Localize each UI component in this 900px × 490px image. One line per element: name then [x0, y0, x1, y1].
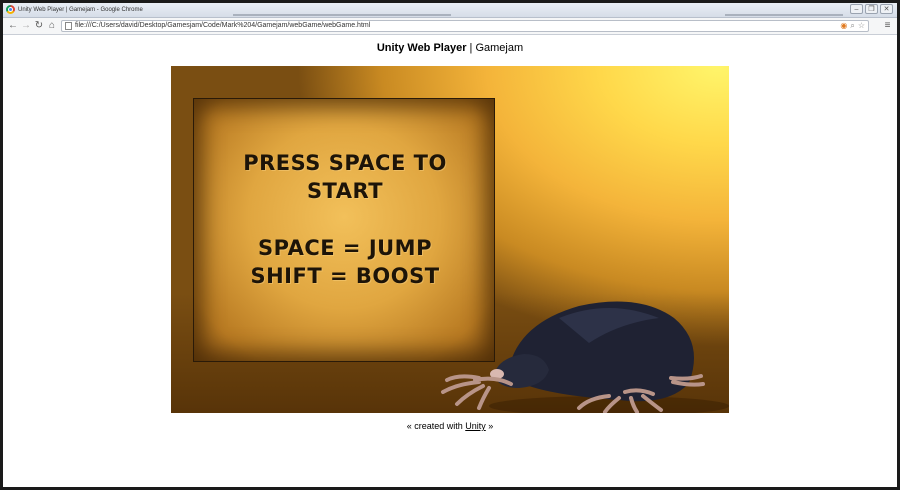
sign-line: SHIFT = BOOST: [250, 264, 440, 288]
footer-suffix: »: [485, 421, 494, 431]
page-footer: « created with Unity »: [3, 421, 897, 431]
address-url[interactable]: file:///C:/Users/david/Desktop/Gamesjam/…: [75, 21, 370, 31]
unity-link[interactable]: Unity: [465, 421, 486, 431]
unity-game-canvas[interactable]: PRESS SPACE TO START SPACE = JUMP SHIFT …: [171, 66, 729, 413]
sign-line: START: [306, 179, 384, 203]
omnibox-actions: ◉ ⌕ ☆: [840, 21, 865, 31]
menu-icon[interactable]: ≡: [882, 20, 893, 32]
page-icon: [65, 22, 72, 30]
back-arrow-icon[interactable]: ←: [7, 20, 19, 32]
zoom-icon[interactable]: ⌕: [850, 21, 854, 31]
sign-line: SPACE = JUMP: [258, 236, 432, 260]
browser-window: Unity Web Player | Gamejam - Google Chro…: [3, 3, 897, 487]
reload-icon[interactable]: ↻: [33, 20, 45, 32]
tab-strip-line: [725, 14, 843, 16]
browser-toolbar: ← → ↻ ⌂ file:///C:/Users/david/Desktop/G…: [3, 18, 897, 35]
home-icon[interactable]: ⌂: [46, 20, 58, 32]
unity-plugin-icon[interactable]: ◉: [840, 21, 847, 31]
page-title-rest: | Gamejam: [466, 42, 524, 54]
address-bar[interactable]: file:///C:/Users/david/Desktop/Gamesjam/…: [61, 20, 869, 32]
page-title-bold: Unity Web Player: [376, 42, 467, 54]
footer-prefix: « created with: [406, 421, 466, 431]
restore-button[interactable]: ❐: [865, 4, 878, 14]
mole-character: [441, 301, 729, 413]
sign-line: PRESS SPACE TO: [243, 151, 447, 175]
forward-arrow-icon[interactable]: →: [20, 20, 32, 32]
title-bar: Unity Web Player | Gamejam - Google Chro…: [3, 3, 897, 18]
tab-strip-line: [233, 14, 451, 16]
chrome-logo-icon: [6, 5, 15, 14]
minimize-button[interactable]: –: [850, 4, 863, 14]
window-controls: – ❐ ✕: [850, 4, 893, 14]
close-button[interactable]: ✕: [880, 4, 893, 14]
page-title: Unity Web Player | Gamejam: [3, 42, 897, 54]
bookmark-star-icon[interactable]: ☆: [858, 21, 865, 31]
window-title: Unity Web Player | Gamejam - Google Chro…: [18, 7, 143, 13]
